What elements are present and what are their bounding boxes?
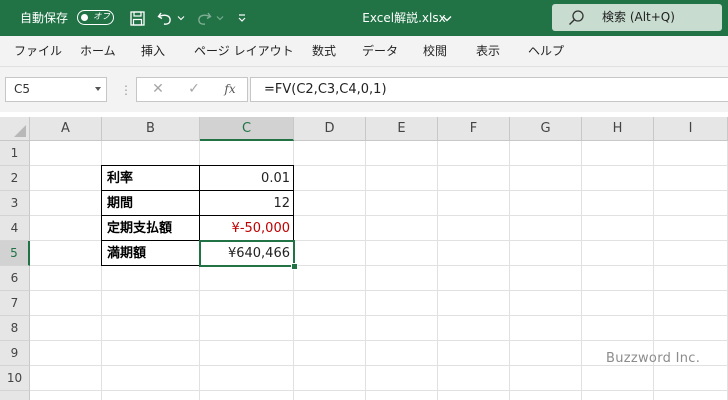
column-header-g[interactable]: G bbox=[510, 117, 582, 141]
tab-help[interactable]: ヘルプ bbox=[528, 36, 564, 66]
insert-function-icon[interactable]: fx bbox=[217, 78, 243, 101]
customize-toolbar-icon[interactable] bbox=[236, 0, 248, 36]
row-header-6[interactable]: 6 bbox=[0, 266, 30, 291]
tab-formulas[interactable]: 数式 bbox=[312, 36, 336, 66]
formula-buttons: ✕ ✓ fx bbox=[136, 77, 248, 102]
column-header-h[interactable]: H bbox=[582, 117, 654, 141]
gridline bbox=[30, 340, 728, 341]
row-header-7[interactable]: 7 bbox=[0, 291, 30, 316]
worksheet-grid[interactable]: A B C D E F G H I 1 2 3 4 5 6 7 8 9 10 利… bbox=[0, 117, 728, 400]
name-box-dropdown-icon[interactable] bbox=[95, 87, 101, 91]
autosave-label: 自動保存 bbox=[20, 11, 69, 25]
tab-file[interactable]: ファイル bbox=[14, 36, 62, 66]
gridline bbox=[30, 290, 728, 291]
column-header-f[interactable]: F bbox=[438, 117, 510, 141]
vertical-dots-icon: ⋮ bbox=[120, 83, 132, 97]
name-box[interactable]: C5 bbox=[5, 77, 107, 102]
row-header-8[interactable]: 8 bbox=[0, 316, 30, 341]
cell-c3[interactable]: 12 bbox=[200, 191, 294, 216]
column-header-c[interactable]: C bbox=[200, 117, 294, 141]
title-bar: 自動保存 オフ Excel解説.xlsx 検索 (Alt+Q) bbox=[0, 0, 728, 36]
filename-chevron-icon[interactable] bbox=[440, 0, 454, 36]
gridline bbox=[30, 315, 728, 316]
gridline bbox=[581, 141, 582, 400]
watermark: Buzzword Inc. bbox=[606, 351, 701, 366]
autosave-state-label: オフ bbox=[93, 12, 111, 22]
table-border bbox=[101, 165, 102, 266]
tab-data[interactable]: データ bbox=[362, 36, 398, 66]
row-header-11[interactable] bbox=[0, 391, 30, 400]
cell-c4[interactable]: ¥-50,000 bbox=[200, 216, 294, 241]
row-header-3[interactable]: 3 bbox=[0, 191, 30, 216]
toggle-knob bbox=[81, 13, 88, 21]
enter-icon[interactable]: ✓ bbox=[181, 78, 207, 101]
undo-icon[interactable] bbox=[155, 0, 175, 36]
redo-icon[interactable] bbox=[194, 0, 214, 36]
row-header-5[interactable]: 5 bbox=[0, 241, 30, 266]
name-box-value: C5 bbox=[14, 82, 31, 96]
table-border bbox=[101, 190, 294, 191]
column-header-e[interactable]: E bbox=[366, 117, 438, 141]
cell-b3[interactable]: 期間 bbox=[102, 191, 200, 216]
table-border bbox=[101, 215, 294, 216]
select-all-button[interactable] bbox=[0, 117, 30, 141]
tab-insert[interactable]: 挿入 bbox=[141, 36, 165, 66]
gridline bbox=[365, 141, 366, 400]
formula-text: =FV(C2,C3,C4,0,1) bbox=[264, 82, 387, 97]
save-icon[interactable] bbox=[127, 0, 147, 36]
gridline bbox=[437, 141, 438, 400]
column-header-i[interactable]: I bbox=[654, 117, 728, 141]
row-header-4[interactable]: 4 bbox=[0, 216, 30, 241]
undo-dropdown-icon[interactable] bbox=[176, 0, 186, 36]
cell-b4[interactable]: 定期支払額 bbox=[102, 216, 200, 241]
search-placeholder: 検索 (Alt+Q) bbox=[602, 10, 675, 24]
ribbon-tabs: ファイル ホーム 挿入 ページ レイアウト 数式 データ 校閲 表示 ヘルプ bbox=[0, 36, 728, 67]
gridline bbox=[30, 390, 728, 391]
select-all-icon bbox=[14, 125, 26, 137]
search-icon bbox=[568, 9, 585, 30]
column-header-a[interactable]: A bbox=[30, 117, 102, 141]
search-box[interactable]: 検索 (Alt+Q) bbox=[552, 4, 722, 31]
table-border bbox=[101, 165, 294, 166]
column-header-b[interactable]: B bbox=[102, 117, 200, 141]
cell-b5[interactable]: 満期額 bbox=[102, 241, 200, 266]
row-header-9[interactable]: 9 bbox=[0, 341, 30, 366]
excel-window: 自動保存 オフ Excel解説.xlsx 検索 (Alt+Q) ファイル ホーム… bbox=[0, 0, 728, 400]
cell-b2[interactable]: 利率 bbox=[102, 166, 200, 191]
cell-c2[interactable]: 0.01 bbox=[200, 166, 294, 191]
tab-view[interactable]: 表示 bbox=[476, 36, 500, 66]
active-cell-selection bbox=[199, 240, 295, 267]
formula-input[interactable]: =FV(C2,C3,C4,0,1) bbox=[250, 77, 728, 102]
row-header-1[interactable]: 1 bbox=[0, 141, 30, 166]
redo-dropdown-icon[interactable] bbox=[215, 0, 225, 36]
gridline bbox=[509, 141, 510, 400]
formula-bar: C5 ⋮ ✕ ✓ fx =FV(C2,C3,C4,0,1) bbox=[0, 67, 728, 112]
row-header-2[interactable]: 2 bbox=[0, 166, 30, 191]
tab-review[interactable]: 校閲 bbox=[423, 36, 447, 66]
tab-home[interactable]: ホーム bbox=[80, 36, 116, 66]
cancel-icon[interactable]: ✕ bbox=[145, 78, 171, 101]
fill-handle[interactable] bbox=[291, 263, 298, 270]
tab-page-layout[interactable]: ページ レイアウト bbox=[194, 36, 294, 66]
autosave-toggle[interactable]: オフ bbox=[77, 10, 114, 25]
column-header-d[interactable]: D bbox=[294, 117, 366, 141]
row-header-10[interactable]: 10 bbox=[0, 366, 30, 391]
